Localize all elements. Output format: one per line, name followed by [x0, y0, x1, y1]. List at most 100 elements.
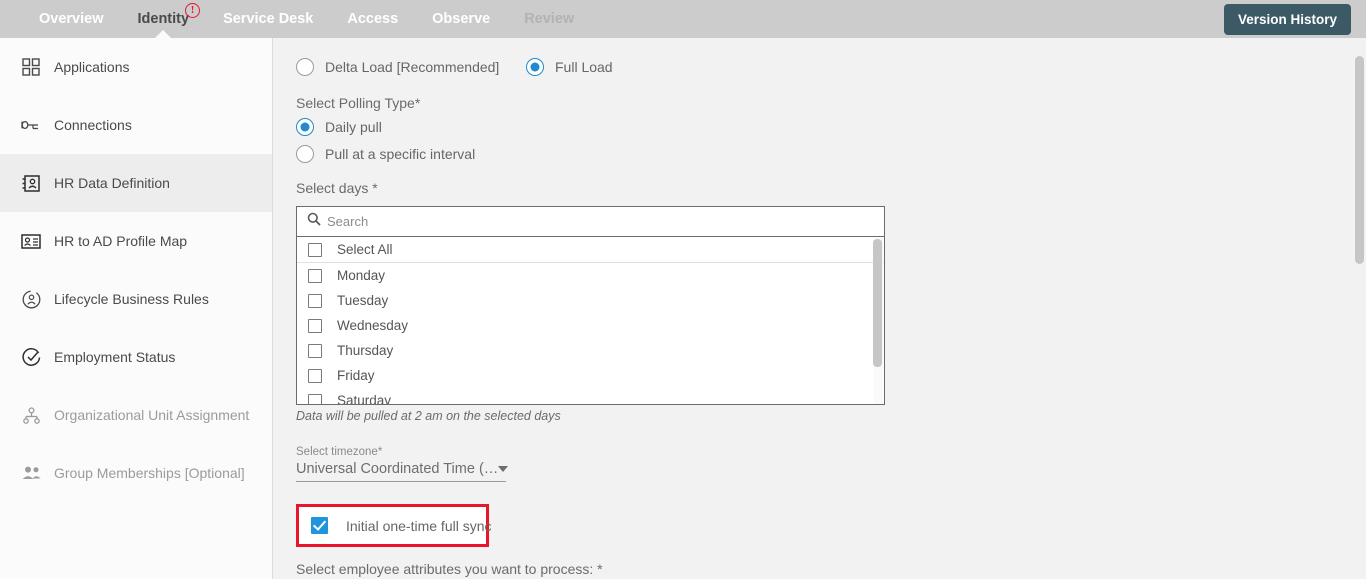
radio-label: Delta Load [Recommended] [325, 59, 500, 75]
checkbox[interactable] [308, 293, 322, 308]
select-days-options: Select All Monday Tuesday Wednesday Thur… [297, 237, 884, 404]
option-tuesday[interactable]: Tuesday [297, 288, 884, 313]
page-scrollbar-thumb[interactable] [1355, 56, 1364, 264]
timezone-select[interactable]: Select timezone* Universal Coordinated T… [296, 446, 509, 482]
radio-label: Full Load [555, 59, 613, 75]
option-label: Monday [337, 268, 386, 283]
radio-indicator-selected [526, 58, 544, 76]
sidebar-item-label: Connections [54, 117, 132, 133]
initial-full-sync-label: Initial one-time full sync [346, 517, 492, 534]
load-type-radio-group: Delta Load [Recommended] Full Load [296, 52, 1366, 82]
check-circle-icon [20, 346, 42, 368]
sidebar-item-hr-data-definition[interactable]: HR Data Definition [0, 154, 272, 212]
users-icon [20, 462, 42, 484]
nav-item-label: Access [347, 11, 399, 27]
sidebar-item-connections[interactable]: Connections [0, 96, 272, 154]
option-monday[interactable]: Monday [297, 263, 884, 288]
sidebar-item-lifecycle-business-rules[interactable]: Lifecycle Business Rules [0, 270, 272, 328]
contact-card-icon [20, 172, 42, 194]
form-content: Delta Load [Recommended] Full Load Selec… [274, 38, 1366, 579]
app-root: Overview Identity ! Service Desk Access … [0, 0, 1366, 579]
sidebar-item-label: Lifecycle Business Rules [54, 291, 209, 307]
timezone-value: Universal Coordinated Time (… [296, 461, 499, 477]
option-select-all[interactable]: Select All [297, 237, 884, 263]
option-wednesday[interactable]: Wednesday [297, 313, 884, 338]
sidebar-item-label: Group Memberships [Optional] [54, 465, 245, 481]
nav-item-label: Identity [137, 11, 190, 27]
timezone-label: Select timezone* [296, 446, 383, 458]
sidebar: Applications Connections HR Data Definit… [0, 38, 273, 579]
nav-item-review[interactable]: Review [507, 0, 591, 38]
search-icon [307, 212, 322, 231]
sidebar-item-hr-to-ad-profile-map[interactable]: HR to AD Profile Map [0, 212, 272, 270]
org-tree-icon [20, 404, 42, 426]
id-card-icon [20, 230, 42, 252]
alert-badge-icon: ! [185, 3, 201, 18]
page-scrollbar[interactable] [1353, 38, 1366, 579]
radio-option-delta-load[interactable]: Delta Load [Recommended] [296, 58, 526, 76]
connection-icon [20, 114, 42, 136]
load-type-heading-cutoff [296, 38, 1366, 48]
checkbox[interactable] [308, 268, 322, 283]
radio-indicator [296, 58, 314, 76]
top-navigation-bar: Overview Identity ! Service Desk Access … [0, 0, 1366, 39]
checkbox[interactable] [308, 318, 322, 333]
sidebar-item-employment-status[interactable]: Employment Status [0, 328, 272, 386]
sidebar-item-applications[interactable]: Applications [0, 38, 272, 96]
sidebar-item-label: Employment Status [54, 349, 176, 365]
listbox-scrollbar-thumb[interactable] [873, 239, 882, 367]
option-thursday[interactable]: Thursday [297, 338, 884, 363]
option-label: Saturday [337, 393, 392, 404]
option-friday[interactable]: Friday [297, 363, 884, 388]
sidebar-item-group-memberships[interactable]: Group Memberships [Optional] [0, 444, 272, 502]
chevron-down-icon [498, 466, 509, 472]
radio-option-full-load[interactable]: Full Load [526, 58, 613, 76]
option-saturday[interactable]: Saturday [297, 388, 884, 404]
polling-type-radio-group-daily: Daily pull [296, 113, 1366, 140]
option-label: Thursday [337, 343, 394, 358]
nav-item-label: Observe [432, 11, 491, 27]
sidebar-item-label: Applications [54, 59, 130, 75]
nav-item-label: Service Desk [223, 11, 314, 27]
nav-item-access[interactable]: Access [330, 0, 415, 38]
nav-item-identity[interactable]: Identity ! [121, 0, 207, 39]
checkbox[interactable] [308, 242, 322, 257]
option-label: Select All [337, 242, 393, 257]
initial-full-sync-highlight: Initial one-time full sync [296, 504, 492, 547]
radio-label: Daily pull [325, 118, 382, 135]
sidebar-item-label: Organizational Unit Assignment [54, 407, 250, 423]
checkbox[interactable] [308, 393, 322, 404]
employee-attributes-label: Select employee attributes you want to p… [296, 561, 603, 577]
nav-item-service-desk[interactable]: Service Desk [206, 0, 330, 38]
select-days-listbox: Search Select All Monday Tuesday Wednesd… [296, 206, 885, 405]
sidebar-item-label: HR Data Definition [54, 175, 170, 191]
radio-option-daily-pull[interactable]: Daily pull [296, 117, 382, 136]
nav-item-observe[interactable]: Observe [415, 0, 507, 38]
radio-option-pull-at-interval[interactable]: Pull at a specific interval [296, 144, 476, 163]
checkbox-checked[interactable] [311, 517, 328, 534]
polling-type-label: Select Polling Type* [296, 95, 421, 111]
select-days-search-input[interactable]: Search [297, 207, 884, 237]
main-content: Delta Load [Recommended] Full Load Selec… [274, 38, 1366, 579]
listbox-scrollbar[interactable] [873, 237, 883, 404]
option-label: Tuesday [337, 293, 389, 308]
version-history-button[interactable]: Version History [1223, 4, 1351, 35]
sidebar-item-label: HR to AD Profile Map [54, 233, 188, 249]
option-label: Wednesday [337, 318, 409, 333]
select-days-helper-text: Data will be pulled at 2 am on the selec… [296, 409, 561, 423]
radio-label: Pull at a specific interval [325, 145, 476, 162]
sidebar-item-organizational-unit-assignment[interactable]: Organizational Unit Assignment [0, 386, 272, 444]
polling-type-radio-group-interval: Pull at a specific interval [296, 140, 1366, 167]
select-days-label: Select days * [296, 180, 378, 196]
radio-indicator [296, 144, 314, 163]
user-circle-icon [20, 288, 42, 310]
radio-indicator-selected [296, 117, 314, 136]
timezone-select-control[interactable]: Universal Coordinated Time (… [296, 461, 509, 482]
nav-item-overview[interactable]: Overview [22, 0, 121, 38]
search-placeholder: Search [327, 214, 369, 229]
initial-full-sync-checkbox-row[interactable]: Initial one-time full sync [311, 517, 492, 534]
nav-item-label: Review [524, 11, 575, 27]
checkbox[interactable] [308, 368, 322, 383]
checkbox[interactable] [308, 343, 322, 358]
option-label: Friday [337, 368, 375, 383]
